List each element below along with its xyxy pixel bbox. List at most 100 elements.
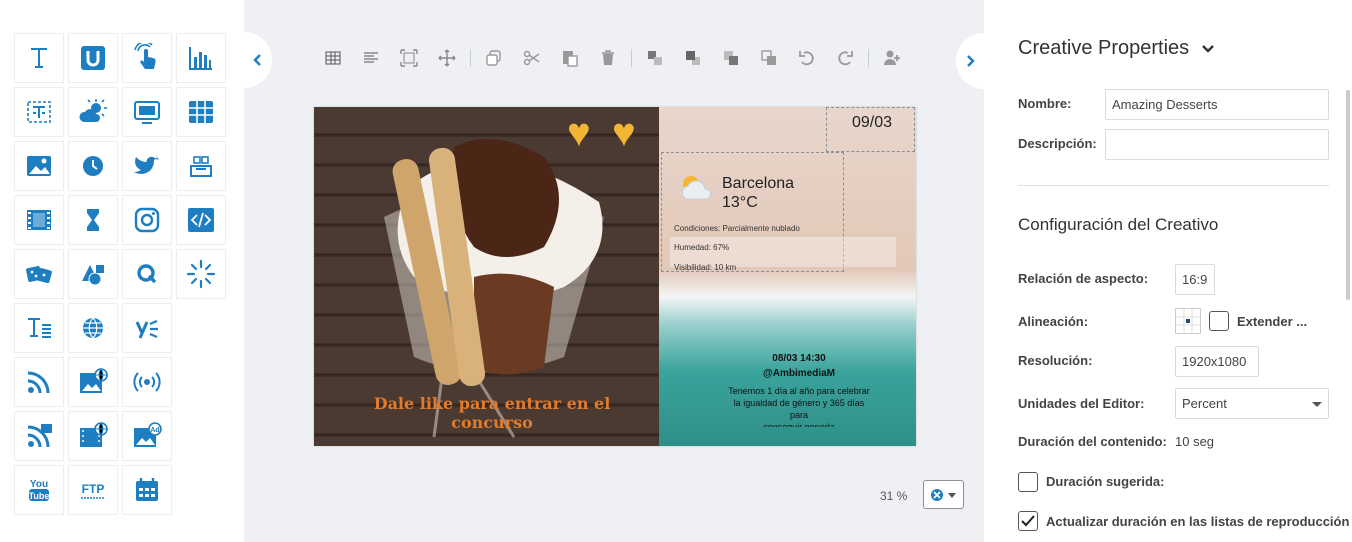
copy-button[interactable] <box>475 44 513 72</box>
date-text: 09/03 <box>852 114 893 131</box>
ticker-widget[interactable] <box>14 87 64 137</box>
grid-button[interactable] <box>314 44 352 72</box>
paste-icon <box>563 51 578 67</box>
text-lines-icon <box>28 318 51 338</box>
text-widget[interactable] <box>14 33 64 83</box>
alignment-grid-icon[interactable] <box>1175 308 1201 334</box>
table-widget[interactable] <box>176 87 226 137</box>
zoom-reset-icon <box>931 488 943 501</box>
creative-canvas[interactable]: ♥ ♥ Dale like para entrar en el concurso… <box>314 107 916 446</box>
fit-button[interactable] <box>390 44 428 72</box>
touch-widget[interactable] <box>122 33 172 83</box>
add-user-icon <box>884 50 900 65</box>
richtext-widget[interactable] <box>14 303 64 353</box>
broadcast-widget[interactable] <box>122 357 172 407</box>
instagram-widget[interactable] <box>122 195 172 245</box>
redo-icon <box>838 51 853 66</box>
screen-widget[interactable] <box>122 87 172 137</box>
bring-forward-button[interactable] <box>674 44 712 72</box>
svg-text:FTP: FTP <box>82 482 105 496</box>
move-button[interactable] <box>428 44 466 72</box>
youtube-widget[interactable]: You Tube <box>14 465 64 515</box>
add-user-button[interactable] <box>873 44 911 72</box>
redo-button[interactable] <box>826 44 864 72</box>
delete-button[interactable] <box>589 44 627 72</box>
chart-widget[interactable] <box>176 33 226 83</box>
reservation-widget[interactable] <box>176 141 226 191</box>
description-input[interactable] <box>1105 129 1329 160</box>
cut-icon <box>523 50 540 66</box>
section-divider <box>1018 185 1329 186</box>
counter-icon <box>190 156 212 177</box>
web-video-widget[interactable] <box>68 411 118 461</box>
collapse-palette-button[interactable] <box>244 32 272 88</box>
align-button[interactable] <box>352 44 390 72</box>
calendar-widget[interactable] <box>122 465 172 515</box>
send-to-back-button[interactable] <box>750 44 788 72</box>
rss-widget[interactable] <box>14 357 64 407</box>
weather-visibility: Visibilidad: 10 km <box>674 263 737 272</box>
weather-conditions: Condiciones: Parcialmente nublado <box>674 224 800 233</box>
collapse-properties-button[interactable] <box>956 33 984 89</box>
post-text-more: conseguir ponerla <box>763 422 835 427</box>
send-back-icon <box>761 50 776 65</box>
ad-image-icon: Ad <box>134 422 162 447</box>
image-widget[interactable] <box>14 141 64 191</box>
cut-button[interactable] <box>513 44 551 72</box>
promo-text[interactable]: Dale like para entrar en el concurso <box>342 394 642 432</box>
web-image-icon <box>80 368 108 393</box>
rss-video-widget[interactable] <box>14 411 64 461</box>
zoom-select[interactable] <box>923 480 964 509</box>
content-duration-value: 10 seg <box>1175 434 1215 449</box>
extend-checkbox[interactable] <box>1209 311 1229 331</box>
update-duration-checkbox[interactable] <box>1018 511 1038 531</box>
dice-icon <box>26 266 52 284</box>
align-icon <box>364 52 378 63</box>
properties-scrollbar[interactable] <box>1346 90 1350 300</box>
html-widget[interactable] <box>176 195 226 245</box>
twitter-widget[interactable] <box>122 141 172 191</box>
ad-widget[interactable]: Ad <box>122 411 172 461</box>
web-video-icon <box>80 422 108 447</box>
editor-units-value: Percent <box>1182 396 1227 411</box>
clock-widget[interactable] <box>68 141 118 191</box>
bring-to-front-button[interactable] <box>636 44 674 72</box>
weather-widget[interactable] <box>68 87 118 137</box>
twitter-icon <box>134 156 159 174</box>
u-widget[interactable] <box>68 33 118 83</box>
update-duration-label: Actualizar duración en las listas de rep… <box>1046 514 1350 529</box>
hand-touch-icon <box>134 43 156 69</box>
bar-chart-icon <box>189 47 212 70</box>
properties-title[interactable]: Creative Properties <box>1018 37 1215 60</box>
ftp-widget[interactable]: FTP <box>68 465 118 515</box>
description-label: Descripción: <box>1018 136 1097 151</box>
svg-text:Tube: Tube <box>29 491 50 501</box>
send-backward-button[interactable] <box>712 44 750 72</box>
checkmark-icon <box>1021 515 1035 527</box>
caret-down-icon <box>948 492 956 498</box>
name-input[interactable] <box>1105 89 1329 120</box>
random-widget[interactable] <box>14 249 64 299</box>
queue-widget[interactable] <box>122 249 172 299</box>
resolution-select[interactable]: 1920x1080 <box>1175 346 1259 377</box>
video-widget[interactable] <box>14 195 64 245</box>
editor-units-select[interactable]: Percent <box>1175 388 1329 419</box>
widget-grid: Ad You Tube FTP <box>14 33 226 515</box>
shapes-widget[interactable] <box>68 249 118 299</box>
aspect-ratio-select[interactable]: 16:9 <box>1175 264 1215 295</box>
timer-widget[interactable] <box>68 195 118 245</box>
u-badge-icon <box>81 46 105 70</box>
undo-button[interactable] <box>788 44 826 72</box>
zoom-level: 31 % <box>880 489 908 503</box>
partly-cloudy-icon <box>681 176 712 200</box>
loader-widget[interactable] <box>176 249 226 299</box>
spinner-icon <box>186 259 216 289</box>
yammer-widget[interactable] <box>122 303 172 353</box>
web-image-widget[interactable] <box>68 357 118 407</box>
weather-location: Barcelona 13°C <box>722 174 794 212</box>
chevron-down-icon <box>1202 44 1215 53</box>
web-widget[interactable] <box>68 303 118 353</box>
dessert-image[interactable]: ♥ ♥ Dale like para entrar en el concurso <box>314 107 659 446</box>
suggested-duration-checkbox[interactable] <box>1018 472 1038 492</box>
paste-button[interactable] <box>551 44 589 72</box>
